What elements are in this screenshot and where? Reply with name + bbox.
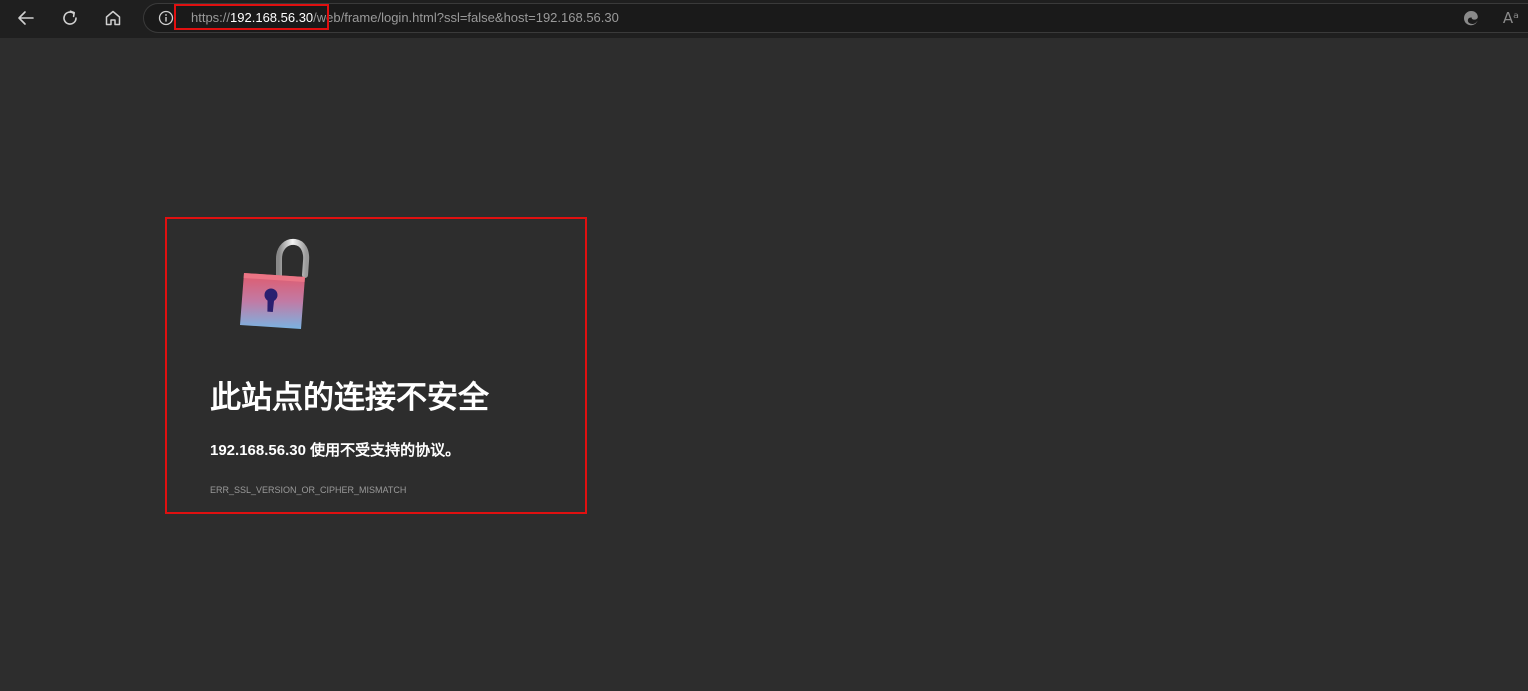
url-text[interactable]: https://192.168.56.30/web/frame/login.ht… bbox=[191, 10, 619, 26]
home-button[interactable] bbox=[98, 4, 128, 32]
url-host: 192.168.56.30 bbox=[230, 10, 314, 25]
error-code: ERR_SSL_VERSION_OR_CIPHER_MISMATCH bbox=[210, 485, 407, 495]
read-aloud-button[interactable]: Aᵃ bbox=[1501, 8, 1521, 28]
url-path: /web/frame/login.html?ssl=false&host=192… bbox=[313, 10, 619, 25]
refresh-icon bbox=[63, 10, 77, 25]
url-scheme: https:// bbox=[191, 10, 231, 25]
edge-logo-icon bbox=[1464, 11, 1478, 26]
refresh-button[interactable] bbox=[55, 4, 85, 32]
error-highlight-box bbox=[165, 217, 587, 514]
error-message: 192.168.56.30 使用不受支持的协议。 bbox=[210, 442, 461, 459]
info-icon[interactable] bbox=[158, 10, 174, 26]
edge-logo-button[interactable] bbox=[1461, 8, 1481, 28]
browser-toolbar: https://192.168.56.30/web/frame/login.ht… bbox=[0, 0, 1528, 38]
home-icon bbox=[105, 10, 121, 26]
error-headline: 此站点的连接不安全 bbox=[210, 380, 489, 415]
open-padlock-icon bbox=[240, 238, 310, 329]
address-bar[interactable]: https://192.168.56.30/web/frame/login.ht… bbox=[143, 3, 1528, 33]
read-aloud-icon: Aᵃ bbox=[1502, 8, 1520, 27]
back-button[interactable] bbox=[11, 4, 41, 32]
arrow-left-icon bbox=[18, 11, 34, 25]
